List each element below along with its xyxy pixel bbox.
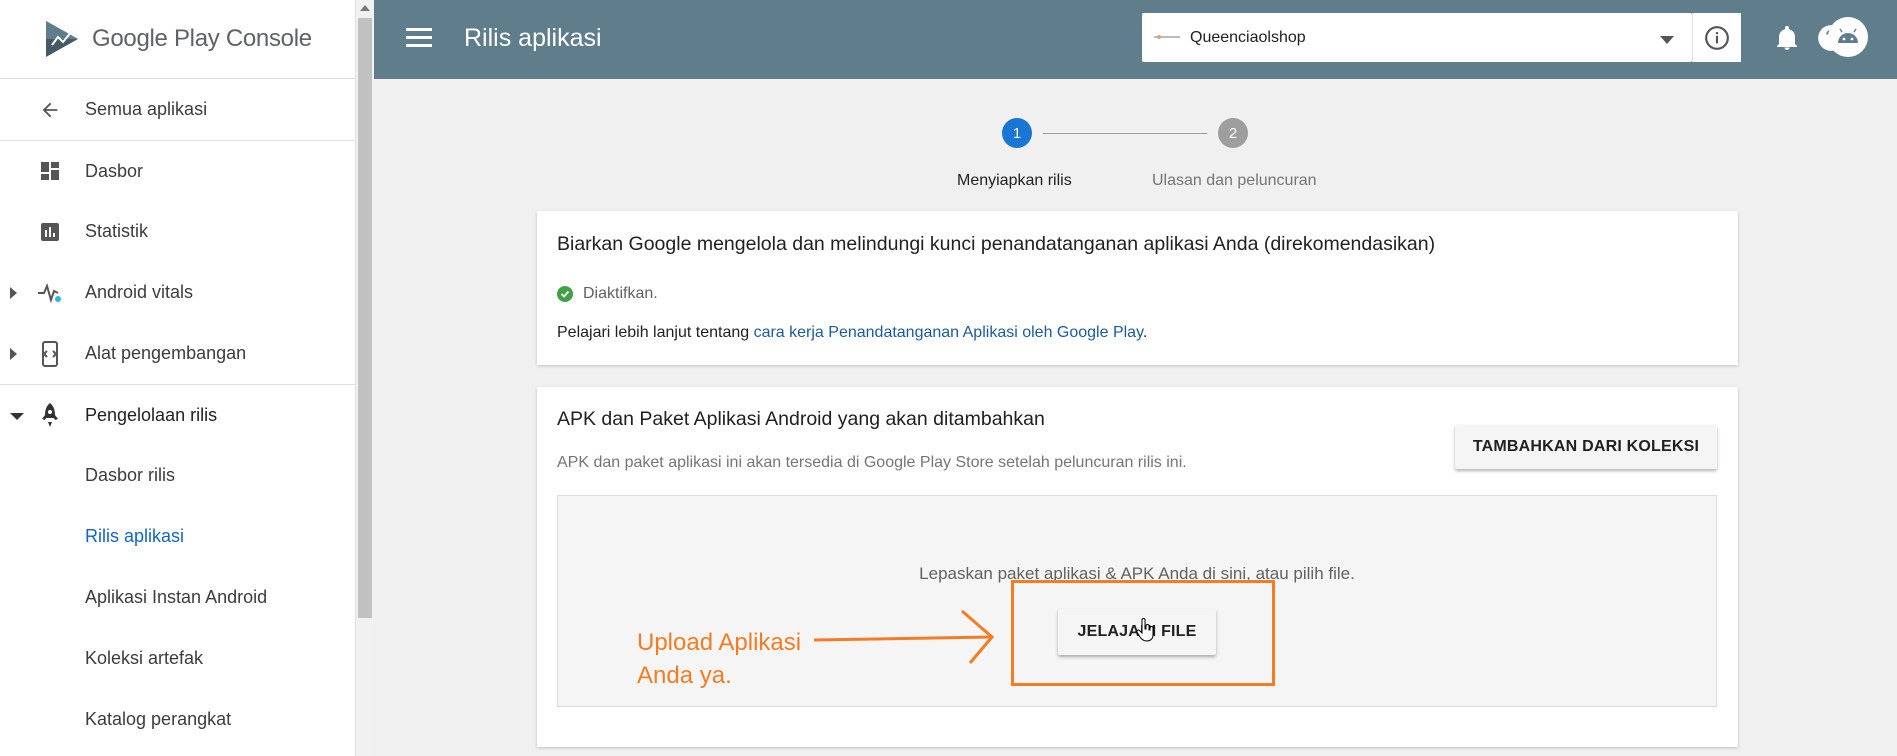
brand-name: Google Play Console — [92, 25, 312, 52]
sidebar-item-label: Rilis aplikasi — [85, 526, 185, 546]
step-1-label: Menyiapkan rilis — [957, 172, 1072, 189]
apk-card-title: APK dan Paket Aplikasi Android yang akan… — [557, 408, 1045, 430]
sidebar-item-label: Semua aplikasi — [85, 99, 208, 119]
sidebar-item-dev-tools[interactable]: Alat pengembangan — [0, 323, 355, 384]
sidebar-item-statistics[interactable]: Statistik — [0, 201, 355, 262]
step-1-indicator: 1 — [1002, 118, 1032, 148]
sidebar-item-instant-apps[interactable]: Aplikasi Instan Android — [0, 567, 355, 628]
hand-cursor-icon — [1136, 618, 1154, 642]
sidebar-item-all-apps[interactable]: Semua aplikasi — [0, 79, 355, 140]
sidebar-item-label: Statistik — [85, 221, 149, 241]
android-icon — [1838, 28, 1858, 43]
play-console-logo-icon — [46, 21, 78, 57]
app-signing-card: Biarkan Google mengelola dan melindungi … — [537, 211, 1738, 365]
sidebar-item-label: Aplikasi Instan Android — [85, 587, 268, 607]
learn-more-text: Pelajari lebih lanjut tentang cara kerja… — [557, 324, 1148, 341]
arrow-back-icon — [36, 96, 64, 124]
add-from-library-button[interactable]: TAMBAHKAN DARI KOLEKSI — [1455, 425, 1717, 469]
sidebar-item-app-releases[interactable]: Rilis aplikasi — [0, 506, 355, 567]
sidebar-item-label: Katalog perangkat — [85, 709, 232, 729]
info-button[interactable] — [1692, 13, 1741, 62]
app-signing-title: Biarkan Google mengelola dan melindungi … — [557, 233, 1436, 255]
sidebar-item-release-dashboard[interactable]: Dasbor rilis — [0, 445, 355, 506]
avatar[interactable] — [1828, 17, 1868, 57]
vitals-icon — [36, 279, 64, 307]
dev-tools-icon — [36, 340, 64, 368]
sidebar-item-release-management[interactable]: Pengelolaan rilis — [0, 384, 355, 445]
sidebar-item-device-catalog[interactable]: Katalog perangkat — [0, 689, 355, 750]
rocket-icon — [36, 401, 64, 429]
step-2-indicator: 2 — [1218, 118, 1248, 148]
expand-arrow-icon[interactable] — [10, 347, 17, 360]
app-name: Queenciaolshop — [1190, 29, 1306, 46]
app-signing-status: Diaktifkan. — [557, 285, 658, 303]
top-app-bar: Rilis aplikasi Queenciaolshop — [374, 0, 1897, 79]
sidebar-item-android-vitals[interactable]: Android vitals — [0, 262, 355, 323]
app-signing-link[interactable]: cara kerja Penandatanganan Aplikasi oleh… — [754, 324, 1143, 341]
sidebar-item-label: Dasbor rilis — [85, 465, 176, 485]
chevron-down-icon — [1660, 36, 1674, 44]
status-text: Diaktifkan. — [583, 285, 658, 302]
page-title: Rilis aplikasi — [464, 24, 602, 52]
check-circle-icon — [557, 286, 573, 302]
notifications-icon[interactable] — [1772, 23, 1802, 53]
annotation-arrow-icon — [813, 609, 995, 664]
menu-icon[interactable] — [406, 28, 432, 48]
sidebar: Google Play Console Semua aplikasi Dasbo… — [0, 0, 356, 756]
sidebar-item-label: Alat pengembangan — [85, 343, 247, 363]
apk-upload-card: APK dan Paket Aplikasi Android yang akan… — [537, 387, 1738, 747]
app-thumbnail-icon — [1154, 35, 1180, 39]
annotation-text-line1: Upload Aplikasi — [637, 629, 802, 656]
sidebar-item-label: Pengelolaan rilis — [85, 404, 218, 425]
bar-chart-icon — [36, 218, 64, 246]
sidebar-item-dashboard[interactable]: Dasbor — [0, 140, 355, 201]
annotation-text-line2: Anda ya. — [637, 662, 732, 689]
sidebar-item-label: Android vitals — [85, 282, 194, 302]
scrollbar-thumb[interactable] — [358, 18, 372, 618]
expand-arrow-icon[interactable] — [10, 286, 17, 299]
collapse-arrow-icon[interactable] — [10, 413, 24, 420]
sidebar-item-label: Dasbor — [85, 160, 144, 181]
apk-card-subtitle: APK dan paket aplikasi ini akan tersedia… — [557, 454, 1187, 471]
scroll-up-icon[interactable] — [360, 5, 370, 11]
sidebar-scrollbar[interactable] — [356, 0, 374, 756]
sidebar-item-artifact-library[interactable]: Koleksi artefak — [0, 628, 355, 689]
step-2-label: Ulasan dan peluncuran — [1152, 172, 1317, 189]
play-console-logo[interactable]: Google Play Console — [0, 0, 355, 79]
dashboard-icon — [36, 157, 64, 185]
info-icon — [1705, 25, 1729, 50]
stepper-connector — [1043, 133, 1207, 134]
app-selector[interactable]: Queenciaolshop — [1142, 13, 1692, 62]
sidebar-item-label: Koleksi artefak — [85, 648, 204, 668]
